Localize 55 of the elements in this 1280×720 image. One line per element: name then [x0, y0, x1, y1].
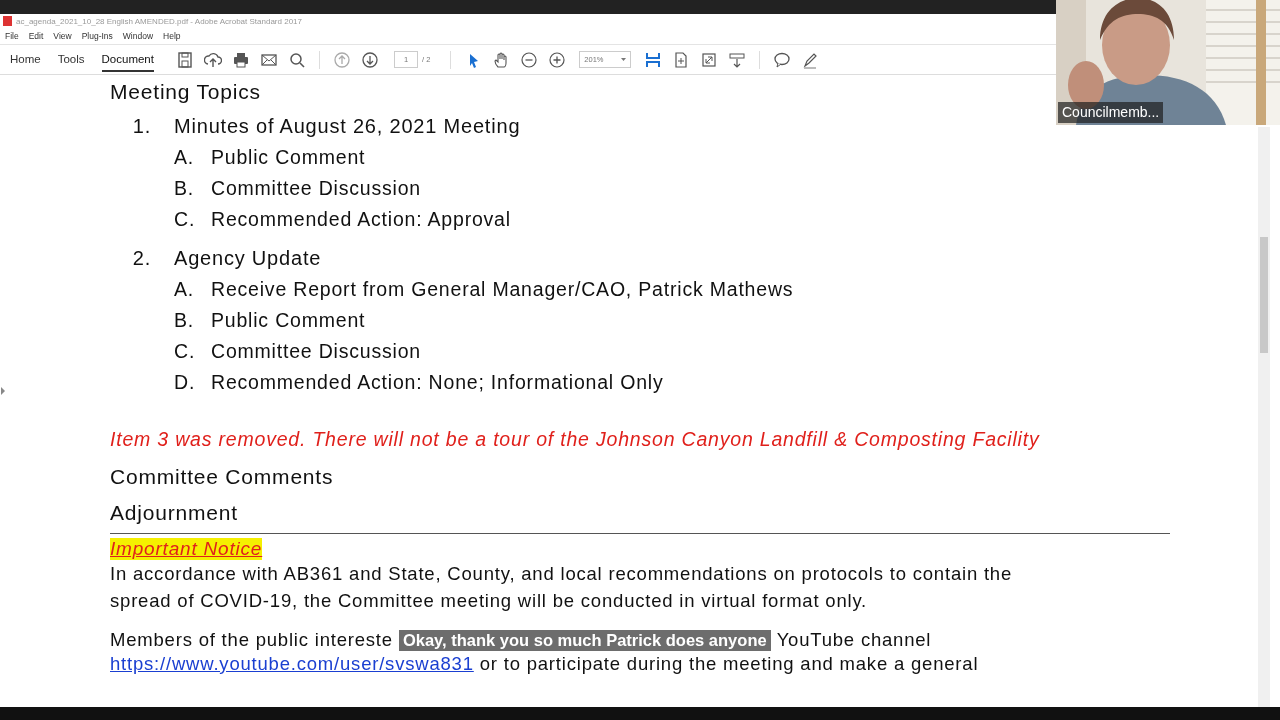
agenda-subitem: Recommended Action: Approval: [211, 208, 511, 231]
fit-page-icon[interactable]: [644, 50, 663, 69]
agenda-subitem: Receive Report from General Manager/CAO, Patrick Mathews: [211, 278, 794, 301]
item-number: 1.: [131, 115, 153, 138]
subtitle-caption: Okay, thank you so much Patrick does anyone: [398, 629, 771, 651]
paragraph-line: or to participate during the meeting and make a general: [478, 653, 979, 674]
nav-tab[interactable]: Tools: [57, 47, 85, 72]
nav-tab[interactable]: Home: [10, 47, 41, 72]
subitem-letter: D.: [174, 371, 197, 394]
section-heading: Adjournment: [110, 501, 239, 525]
fullscreen-icon[interactable]: [700, 50, 719, 69]
pdf-icon: [3, 16, 12, 26]
zoom-out-icon[interactable]: [520, 50, 539, 69]
comment-icon[interactable]: [773, 50, 792, 69]
menu-item[interactable]: Window: [122, 31, 154, 41]
agenda-item: Minutes of August 26, 2021 Meeting: [174, 115, 521, 138]
nav-tab[interactable]: Document: [101, 47, 154, 72]
menu-item[interactable]: File: [5, 31, 19, 41]
measure-icon[interactable]: [728, 50, 747, 69]
subitem-letter: B.: [174, 177, 196, 200]
subitem-letter: C.: [174, 340, 197, 363]
removal-notice: Item 3 was removed. There will not be a tour of the Johnson Canyon Landfill & Composting Facility: [110, 428, 1041, 451]
menu-item[interactable]: View: [53, 31, 72, 41]
paragraph-line: spread of COVID-19, the Committee meeting will be conducted in virtual format only.: [110, 589, 869, 613]
subitem-letter: B.: [174, 309, 196, 332]
youtube-link[interactable]: https://www.youtube.com/user/svswa831: [110, 653, 474, 674]
participant-name: Councilmemb...: [1058, 102, 1164, 123]
item-number: 2.: [131, 247, 153, 270]
important-notice: Important Notice: [110, 538, 263, 560]
paragraph-line: Members of the public intereste: [110, 629, 393, 651]
scrollbar[interactable]: [1258, 127, 1270, 707]
save-icon[interactable]: [175, 50, 194, 69]
menu-item[interactable]: Help: [163, 31, 181, 41]
cloud-upload-icon[interactable]: [203, 50, 222, 69]
menu-item[interactable]: Plug-Ins: [81, 31, 113, 41]
paragraph-line: In accordance with AB361 and State, County, and local recommendations on protocols to contain the: [110, 562, 1014, 586]
expand-arrow-icon[interactable]: [0, 387, 6, 395]
agenda-subitem: Committee Discussion: [211, 340, 421, 363]
search-icon[interactable]: [287, 50, 306, 69]
agenda-subitem: Committee Discussion: [211, 177, 421, 200]
print-icon[interactable]: [231, 50, 250, 69]
menu-item[interactable]: Edit: [28, 31, 44, 41]
subitem-letter: A.: [174, 278, 196, 301]
section-heading: Committee Comments: [110, 465, 335, 489]
window-title: ac_agenda_2021_10_28 English AMENDED.pdf - Adobe Acrobat Standard 2017: [16, 16, 302, 26]
agenda-subitem: Recommended Action: None; Informational Only: [211, 371, 664, 394]
paragraph-line: YouTube channel: [776, 629, 932, 651]
agenda-subitem: Public Comment: [211, 309, 366, 332]
caret-icon: [621, 58, 627, 61]
agenda-item: Agency Update: [174, 247, 322, 270]
agenda-subitem: Public Comment: [211, 146, 366, 169]
subitem-letter: A.: [174, 146, 196, 169]
subitem-letter: C.: [174, 208, 197, 231]
zoom-in-icon[interactable]: [548, 50, 567, 69]
section-heading: Meeting Topics: [110, 80, 262, 104]
